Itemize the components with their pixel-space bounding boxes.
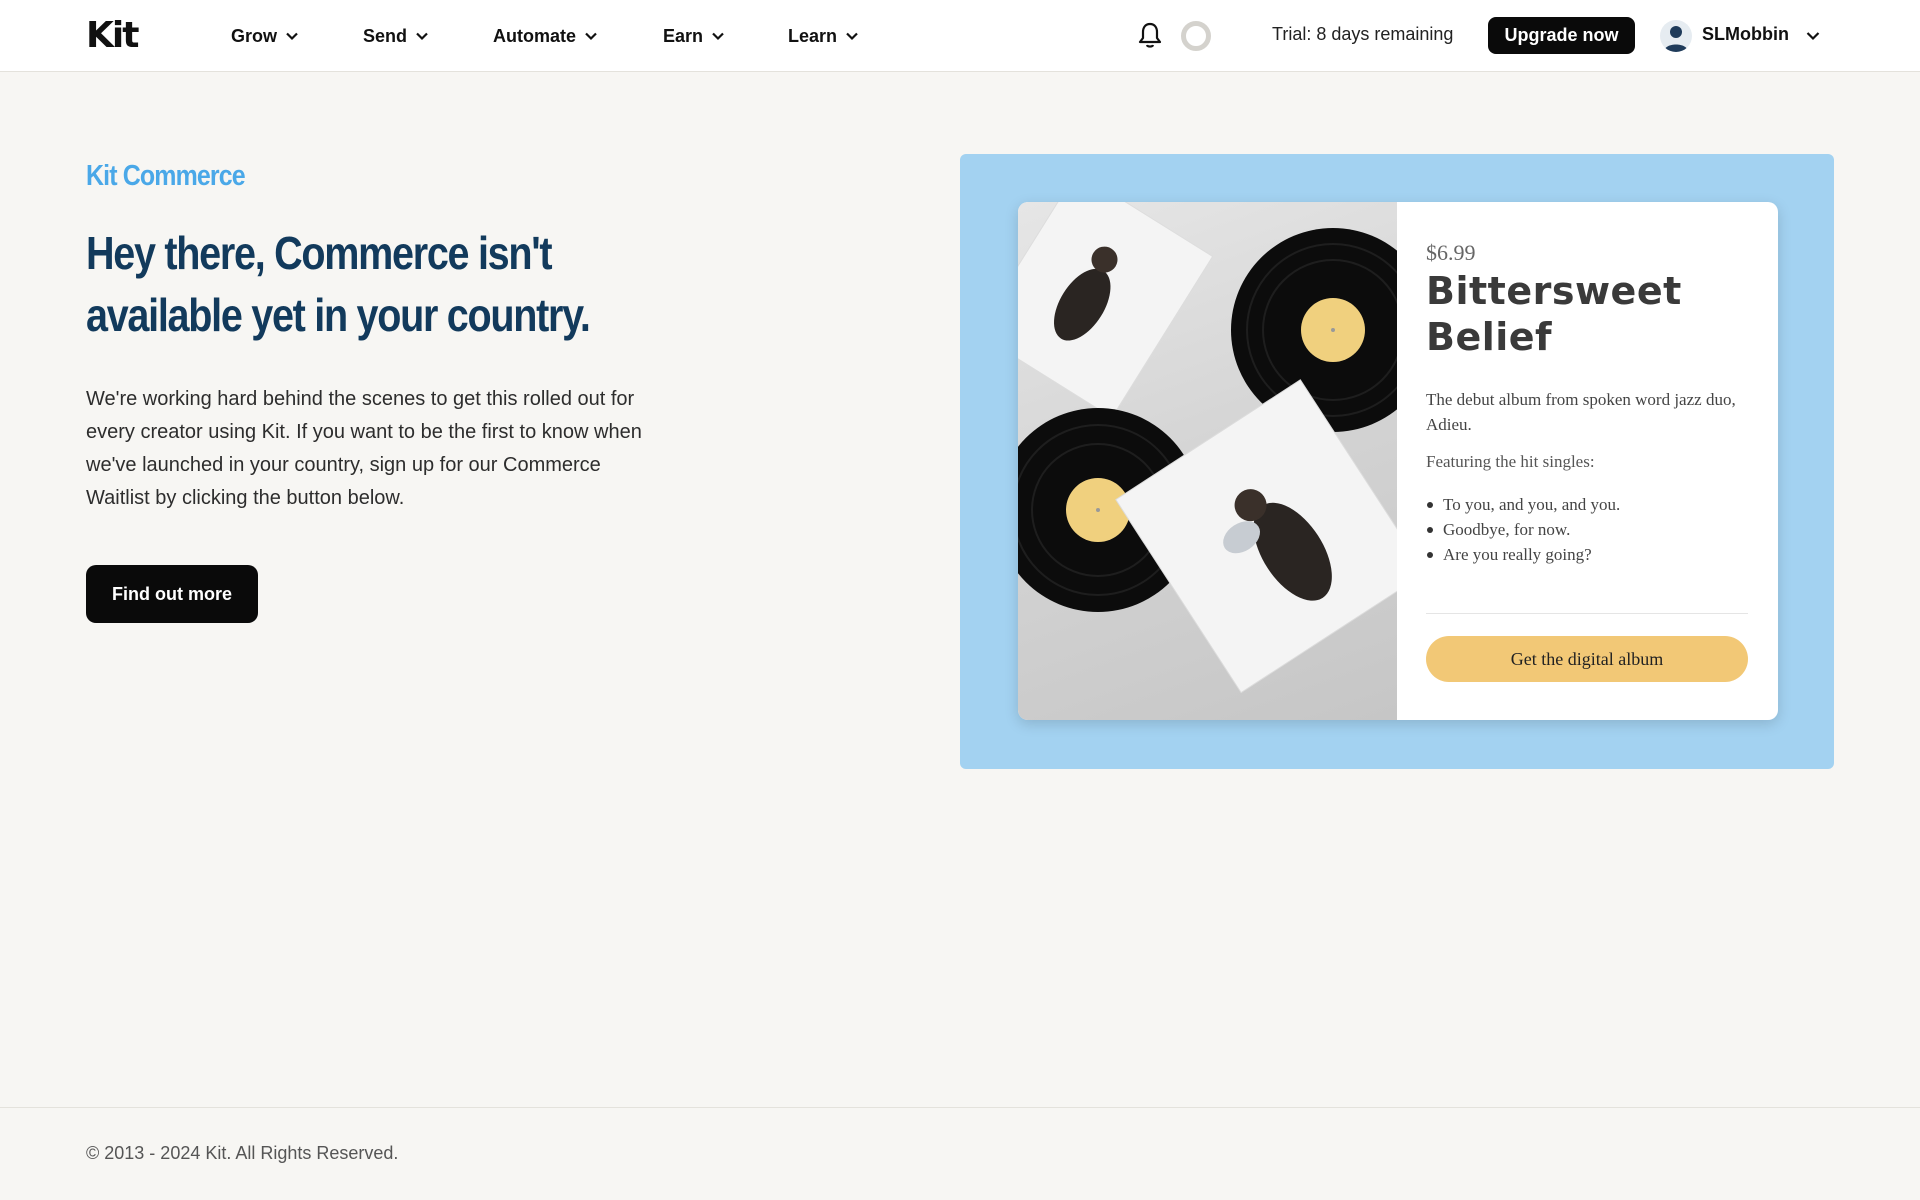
divider <box>1426 613 1748 614</box>
chevron-down-icon <box>585 32 597 41</box>
chevron-down-icon <box>846 32 858 41</box>
section-eyebrow: Kit Commerce <box>86 160 246 192</box>
chevron-down-icon[interactable] <box>1805 28 1821 44</box>
featuring-label: Featuring the hit singles: <box>1426 452 1595 471</box>
get-digital-album-button[interactable]: Get the digital album <box>1426 636 1748 682</box>
nav-learn-label: Learn <box>788 25 838 46</box>
trial-status-text: Trial: 8 days remaining <box>1272 24 1454 44</box>
album-artwork-image <box>1018 202 1397 720</box>
nav-send-label: Send <box>363 25 408 46</box>
copyright-text: © 2013 - 2024 Kit. All Rights Reserved. <box>86 1143 399 1163</box>
bell-icon[interactable] <box>1136 20 1164 50</box>
album-artwork-illustration <box>1018 202 1397 694</box>
nav-automate-label: Automate <box>493 25 577 46</box>
commerce-preview-panel: $6.99 Bittersweet Belief The debut album… <box>960 154 1834 769</box>
footer-divider <box>0 1107 1920 1108</box>
user-avatar-icon <box>1664 26 1688 52</box>
nav-send[interactable]: Send <box>363 22 429 50</box>
nav-grow[interactable]: Grow <box>231 22 299 50</box>
find-out-more-button[interactable]: Find out more <box>86 565 258 623</box>
product-description: The debut album from spoken word jazz du… <box>1426 390 1736 434</box>
nav-grow-label: Grow <box>231 25 278 46</box>
product-details: $6.99 Bittersweet Belief The debut album… <box>1397 202 1778 720</box>
list-item: Goodbye, for now. <box>1426 517 1756 542</box>
singles-list: To you, and you, and you. Goodbye, for n… <box>1426 492 1756 567</box>
nav-earn-label: Earn <box>663 25 704 46</box>
avatar[interactable] <box>1660 20 1692 52</box>
account-username[interactable]: SLMobbin <box>1702 24 1789 45</box>
nav-automate[interactable]: Automate <box>493 22 598 50</box>
product-title: Bittersweet Belief <box>1426 269 1682 359</box>
product-price: $6.99 <box>1426 240 1476 265</box>
page-description: We're working hard behind the scenes to … <box>86 388 642 509</box>
chevron-down-icon <box>286 32 298 41</box>
upgrade-now-button[interactable]: Upgrade now <box>1488 17 1635 54</box>
kit-logo[interactable]: Kit <box>86 18 139 54</box>
page-title: Hey there, Commerce isn't available yet … <box>86 227 591 341</box>
top-navigation-bar: Kit Grow Send Automate Earn Learn Trial:… <box>0 0 1920 72</box>
chevron-down-icon <box>712 32 724 41</box>
chevron-down-icon <box>416 32 428 41</box>
list-item: To you, and you, and you. <box>1426 492 1756 517</box>
list-item: Are you really going? <box>1426 542 1756 567</box>
status-indicator-icon[interactable] <box>1181 21 1211 51</box>
product-card-preview: $6.99 Bittersweet Belief The debut album… <box>1018 202 1778 720</box>
nav-earn[interactable]: Earn <box>663 22 725 50</box>
nav-learn[interactable]: Learn <box>788 22 859 50</box>
